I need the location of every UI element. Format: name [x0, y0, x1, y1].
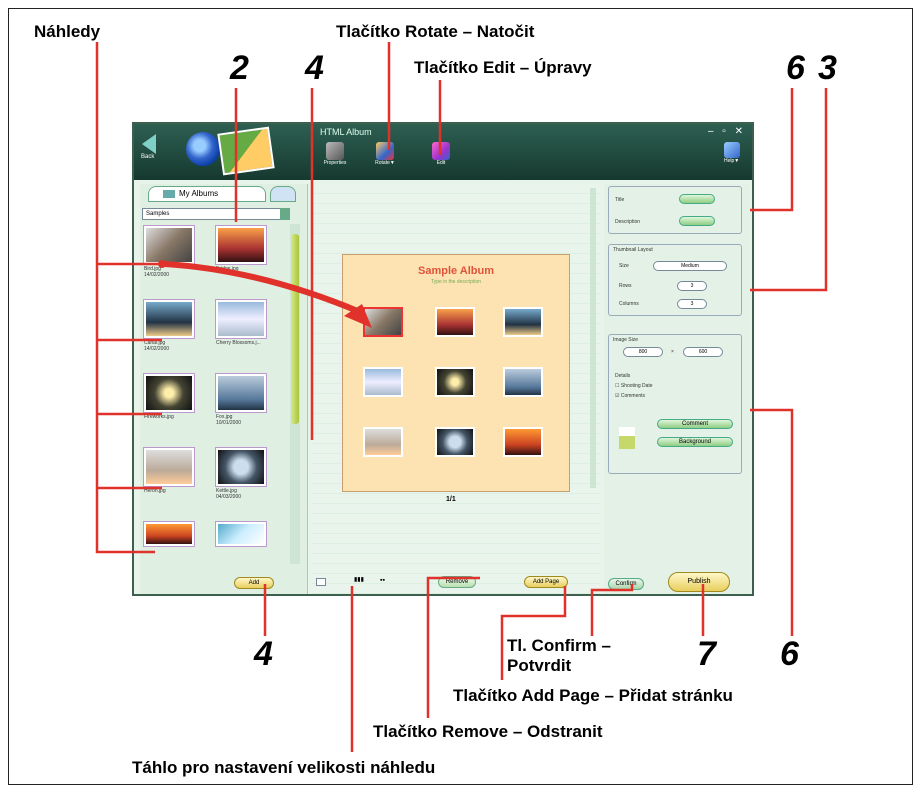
add-page-pointer [500, 586, 567, 680]
remove-pointer [426, 576, 480, 718]
drag-arrow [164, 261, 362, 315]
callout-lines [95, 42, 828, 752]
drag-arrow-start [158, 260, 166, 268]
nahledy-pointer [95, 42, 155, 554]
number-6-top-pointer [750, 88, 794, 212]
number-3-pointer [750, 88, 828, 292]
number-6-bottom-pointer [750, 408, 794, 636]
confirm-pointer [590, 584, 634, 636]
